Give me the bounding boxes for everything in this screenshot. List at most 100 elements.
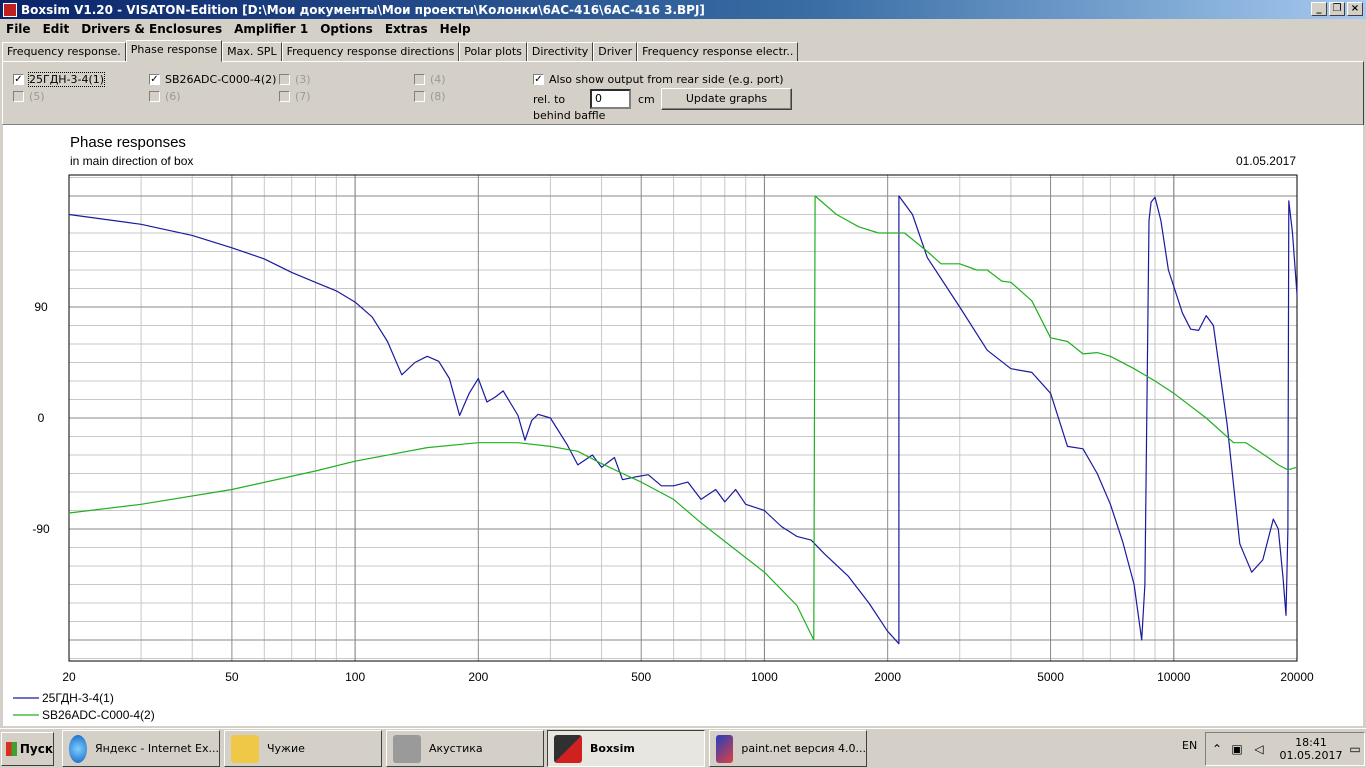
driver-label: (8) (430, 90, 446, 103)
driver-label: (7) (295, 90, 311, 103)
minimize-icon[interactable]: _ (1311, 2, 1327, 16)
behind-baffle-label: behind baffle (533, 109, 606, 122)
offset-input[interactable]: 0 (590, 89, 631, 109)
clock[interactable]: 18:41 01.05.2017 (1276, 736, 1346, 762)
driver-label: (6) (165, 90, 181, 103)
x-tick-label: 500 (631, 670, 651, 684)
driver-checkbox-3: (3) (279, 73, 311, 86)
tab-frequency-response[interactable]: Frequency response. (2, 42, 126, 62)
tab-frequency-response-electrical[interactable]: Frequency response electr.. (637, 42, 799, 62)
menu-edit[interactable]: Edit (37, 22, 76, 36)
checkbox-checked-icon[interactable]: ✓ (13, 74, 24, 85)
internet-explorer-icon (69, 734, 87, 763)
x-tick-label: 2000 (874, 670, 901, 684)
volume-icon[interactable]: ◁ (1252, 742, 1266, 756)
menu-options[interactable]: Options (314, 22, 379, 36)
show-desktop-icon[interactable]: ▭ (1348, 742, 1362, 756)
tab-strip: Frequency response. Phase response Max. … (2, 40, 799, 62)
task-chuzhie[interactable]: Чужие (224, 730, 382, 767)
tab-directivity[interactable]: Directivity (526, 42, 594, 62)
legend-label: SB26ADC-C000-4(2) (42, 708, 155, 722)
legend: 25ГДН-3-4(1) SB26ADC-C000-4(2) (13, 691, 155, 722)
menu-extras[interactable]: Extras (379, 22, 434, 36)
chart-date: 01.05.2017 (1236, 154, 1296, 168)
driver-label: (5) (29, 90, 45, 103)
driver-checkbox-4: (4) (414, 73, 446, 86)
phase-response-graph: Phase responses in main direction of box… (3, 124, 1363, 726)
menu-file[interactable]: File (0, 22, 37, 36)
task-label: Яндекс - Internet Ex... (95, 742, 219, 755)
network-icon[interactable]: ▣ (1230, 742, 1244, 756)
checkbox-empty-icon (279, 74, 290, 85)
folder-icon (231, 734, 259, 763)
checkbox-empty-icon (414, 74, 425, 85)
start-button[interactable]: Пуск (1, 732, 54, 766)
start-label: Пуск (19, 742, 53, 756)
tab-polar-plots[interactable]: Polar plots (459, 42, 527, 62)
task-yandex-ie[interactable]: Яндекс - Internet Ex... (62, 730, 220, 767)
driver-checkbox-7: (7) (279, 90, 311, 103)
tab-phase-response[interactable]: Phase response (125, 40, 223, 62)
driver-checkbox-1[interactable]: ✓ 25ГДН-3-4(1) (13, 72, 106, 87)
x-tick-label: 10000 (1157, 670, 1191, 684)
driver-checkbox-5: (5) (13, 90, 45, 103)
task-label: paint.net версия 4.0... (741, 742, 866, 755)
window-controls: _ ❐ × (1311, 2, 1363, 16)
speaker-folder-icon (393, 734, 421, 763)
task-boxsim[interactable]: Boxsim (547, 730, 705, 767)
checkbox-checked-icon[interactable]: ✓ (533, 74, 544, 85)
x-tick-label: 200 (468, 670, 488, 684)
driver-label: (4) (430, 73, 446, 86)
update-graphs-button[interactable]: Update graphs (661, 88, 792, 110)
language-indicator[interactable]: EN (1182, 739, 1197, 752)
windows-flag-icon (6, 742, 17, 756)
title-bar: Boxsim V1.20 - VISATON-Edition [D:\Мои д… (0, 0, 1366, 19)
series-line-1 (68, 195, 1298, 645)
menu-help[interactable]: Help (434, 22, 477, 36)
checkbox-empty-icon (414, 91, 425, 102)
x-tick-label: 50 (225, 670, 239, 684)
x-tick-label: 20 (62, 670, 76, 684)
x-tick-label: 20000 (1280, 670, 1314, 684)
grid-major (68, 175, 1298, 661)
y-tick-labels: 90 0 -90 (32, 300, 50, 536)
rear-output-checkbox[interactable]: ✓ Also show output from rear side (e.g. p… (533, 73, 784, 86)
boxsim-icon (554, 734, 582, 763)
close-icon[interactable]: × (1347, 2, 1363, 16)
y-tick-label: -90 (32, 522, 50, 536)
restore-icon[interactable]: ❐ (1329, 2, 1345, 16)
tab-frequency-response-directions[interactable]: Frequency response directions (281, 42, 460, 62)
menu-drivers-enclosures[interactable]: Drivers & Enclosures (75, 22, 228, 36)
system-tray: ⌃ ▣ ◁ 18:41 01.05.2017 ▭ (1205, 732, 1365, 766)
x-tick-label: 1000 (751, 670, 778, 684)
tab-max-spl[interactable]: Max. SPL (222, 42, 282, 62)
phase-chart: Phase responses in main direction of box… (13, 134, 1314, 722)
clock-date: 01.05.2017 (1279, 749, 1343, 762)
paint-net-icon (716, 734, 734, 763)
clock-time: 18:41 (1295, 736, 1327, 749)
task-label: Boxsim (590, 742, 635, 755)
menu-amplifier[interactable]: Amplifier 1 (228, 22, 314, 36)
x-tick-labels: 20 50 100 200 500 1000 2000 5000 10000 20000 (62, 670, 1314, 684)
driver-checkbox-2[interactable]: ✓ SB26ADC-C000-4(2) (149, 73, 276, 86)
x-tick-label: 100 (345, 670, 365, 684)
checkbox-empty-icon (149, 91, 160, 102)
options-panel: ✓ 25ГДН-3-4(1) ✓ SB26ADC-C000-4(2) (3) (4)… (2, 61, 1364, 125)
rear-output-label: Also show output from rear side (e.g. po… (549, 73, 784, 86)
legend-label: 25ГДН-3-4(1) (42, 691, 114, 705)
driver-label: 25ГДН-3-4(1) (27, 72, 106, 87)
driver-label: (3) (295, 73, 311, 86)
tab-driver[interactable]: Driver (593, 42, 638, 62)
task-paint-net[interactable]: paint.net версия 4.0... (709, 730, 867, 767)
checkbox-checked-icon[interactable]: ✓ (149, 74, 160, 85)
menu-bar: File Edit Drivers & Enclosures Amplifier… (0, 19, 1366, 39)
app-icon (3, 2, 17, 17)
task-akustika[interactable]: Акустика (386, 730, 544, 767)
tray-expand-icon[interactable]: ⌃ (1210, 742, 1224, 756)
rel-to-label: rel. to (533, 93, 566, 106)
driver-checkbox-6: (6) (149, 90, 181, 103)
series-layer (68, 195, 1298, 645)
window-title: Boxsim V1.20 - VISATON-Edition [D:\Мои д… (21, 2, 705, 17)
chart-title: Phase responses (70, 134, 186, 151)
y-tick-label: 0 (38, 411, 45, 425)
